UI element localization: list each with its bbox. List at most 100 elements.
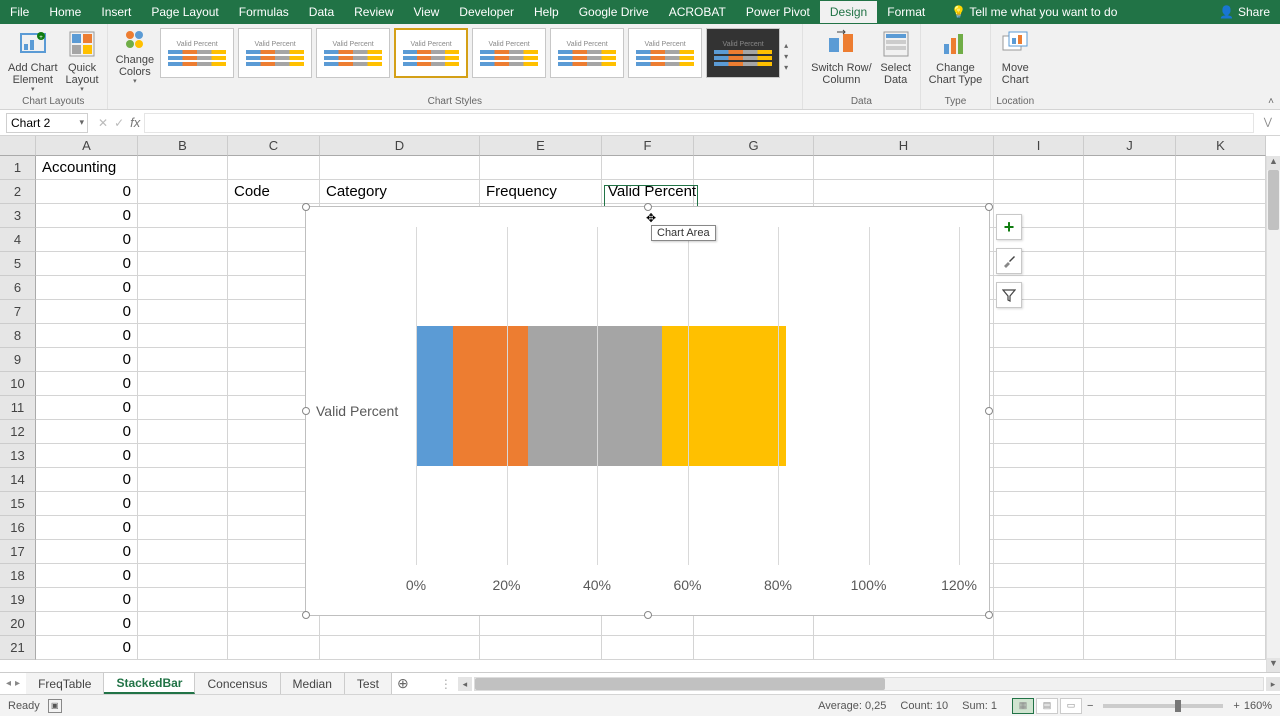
cell-H21[interactable] — [814, 636, 994, 660]
chart-style-thumb-4[interactable]: Valid Percent — [394, 28, 468, 78]
cell-I17[interactable] — [994, 540, 1084, 564]
chart-filters-button[interactable] — [996, 282, 1022, 308]
ribbon-tab-insert[interactable]: Insert — [91, 1, 141, 23]
cell-A13[interactable]: 0 — [36, 444, 138, 468]
cell-A3[interactable]: 0 — [36, 204, 138, 228]
cell-B9[interactable] — [138, 348, 228, 372]
column-header-G[interactable]: G — [694, 136, 814, 156]
cell-K20[interactable] — [1176, 612, 1266, 636]
cell-A21[interactable]: 0 — [36, 636, 138, 660]
resize-handle[interactable] — [985, 611, 993, 619]
cell-B16[interactable] — [138, 516, 228, 540]
cell-J14[interactable] — [1084, 468, 1176, 492]
cell-I11[interactable] — [994, 396, 1084, 420]
share-button[interactable]: 👤Share — [1219, 5, 1280, 19]
chart-style-thumb-6[interactable]: Valid Percent — [550, 28, 624, 78]
zoom-slider[interactable] — [1103, 704, 1223, 708]
chart-style-gallery[interactable]: Valid PercentValid PercentValid PercentV… — [158, 26, 782, 88]
row-header-7[interactable]: 7 — [0, 300, 36, 324]
cell-K7[interactable] — [1176, 300, 1266, 324]
cell-E1[interactable] — [480, 156, 602, 180]
sheet-nav-buttons[interactable]: ◂▸ — [0, 673, 26, 694]
select-data-button[interactable]: Select Data — [876, 26, 916, 88]
cell-K5[interactable] — [1176, 252, 1266, 276]
cell-K21[interactable] — [1176, 636, 1266, 660]
cell-B18[interactable] — [138, 564, 228, 588]
cell-I12[interactable] — [994, 420, 1084, 444]
ribbon-tab-review[interactable]: Review — [344, 1, 403, 23]
cell-B6[interactable] — [138, 276, 228, 300]
chart-style-thumb-8[interactable]: Valid Percent — [706, 28, 780, 78]
row-header-21[interactable]: 21 — [0, 636, 36, 660]
ribbon-tab-page-layout[interactable]: Page Layout — [141, 1, 228, 23]
cell-J21[interactable] — [1084, 636, 1176, 660]
zoom-thumb[interactable] — [1175, 700, 1181, 712]
insert-function-icon[interactable]: fx — [130, 115, 144, 130]
column-header-J[interactable]: J — [1084, 136, 1176, 156]
resize-handle[interactable] — [302, 203, 310, 211]
cell-A14[interactable]: 0 — [36, 468, 138, 492]
column-header-I[interactable]: I — [994, 136, 1084, 156]
bar-segment-1[interactable] — [416, 326, 453, 466]
cell-J18[interactable] — [1084, 564, 1176, 588]
chart-plot-area[interactable]: 0%20%40%60%80%100%120% — [416, 227, 959, 565]
cell-J7[interactable] — [1084, 300, 1176, 324]
enter-formula-icon[interactable]: ✓ — [114, 116, 124, 130]
chart-style-thumb-2[interactable]: Valid Percent — [238, 28, 312, 78]
ribbon-tab-acrobat[interactable]: ACROBAT — [659, 1, 736, 23]
cell-B21[interactable] — [138, 636, 228, 660]
column-header-D[interactable]: D — [320, 136, 480, 156]
column-header-C[interactable]: C — [228, 136, 320, 156]
normal-view-button[interactable]: ▦ — [1012, 698, 1034, 714]
switch-row-col-button[interactable]: Switch Row/ Column — [807, 26, 876, 88]
cell-H1[interactable] — [814, 156, 994, 180]
ribbon-tab-formulas[interactable]: Formulas — [229, 1, 299, 23]
cell-C2[interactable]: Code — [228, 180, 320, 204]
cell-J4[interactable] — [1084, 228, 1176, 252]
ribbon-tab-google-drive[interactable]: Google Drive — [569, 1, 659, 23]
change-chart-type-button[interactable]: Change Chart Type — [925, 26, 987, 88]
cell-J13[interactable] — [1084, 444, 1176, 468]
cell-J17[interactable] — [1084, 540, 1176, 564]
name-box-dropdown-icon[interactable]: ▾ — [79, 117, 87, 128]
cell-I21[interactable] — [994, 636, 1084, 660]
cell-K19[interactable] — [1176, 588, 1266, 612]
chart-style-thumb-5[interactable]: Valid Percent — [472, 28, 546, 78]
cell-J6[interactable] — [1084, 276, 1176, 300]
chart-elements-button[interactable]: + — [996, 214, 1022, 240]
cell-K10[interactable] — [1176, 372, 1266, 396]
cell-A4[interactable]: 0 — [36, 228, 138, 252]
bar-segment-4[interactable] — [662, 326, 785, 466]
cell-K11[interactable] — [1176, 396, 1266, 420]
cell-A11[interactable]: 0 — [36, 396, 138, 420]
cell-B8[interactable] — [138, 324, 228, 348]
row-header-18[interactable]: 18 — [0, 564, 36, 588]
cell-B12[interactable] — [138, 420, 228, 444]
cell-I18[interactable] — [994, 564, 1084, 588]
formula-input[interactable] — [144, 113, 1254, 133]
cell-I2[interactable] — [994, 180, 1084, 204]
cell-J3[interactable] — [1084, 204, 1176, 228]
move-chart-button[interactable]: Move Chart — [995, 26, 1035, 88]
row-header-8[interactable]: 8 — [0, 324, 36, 348]
cell-G21[interactable] — [694, 636, 814, 660]
cell-A1[interactable]: Accounting — [36, 156, 138, 180]
cell-D21[interactable] — [320, 636, 480, 660]
resize-handle[interactable] — [302, 407, 310, 415]
ribbon-tab-file[interactable]: File — [0, 1, 39, 23]
hscroll-thumb[interactable] — [475, 678, 885, 690]
cell-C21[interactable] — [228, 636, 320, 660]
cell-D1[interactable] — [320, 156, 480, 180]
cell-J1[interactable] — [1084, 156, 1176, 180]
cell-K3[interactable] — [1176, 204, 1266, 228]
bar-segment-2[interactable] — [453, 326, 528, 466]
page-break-view-button[interactable]: ▭ — [1060, 698, 1082, 714]
ribbon-tab-view[interactable]: View — [404, 1, 450, 23]
cell-B11[interactable] — [138, 396, 228, 420]
column-header-A[interactable]: A — [36, 136, 138, 156]
cell-H2[interactable] — [814, 180, 994, 204]
cell-K6[interactable] — [1176, 276, 1266, 300]
cell-E2[interactable]: Frequency — [480, 180, 602, 204]
sheet-tab-median[interactable]: Median — [281, 673, 345, 694]
cell-I13[interactable] — [994, 444, 1084, 468]
